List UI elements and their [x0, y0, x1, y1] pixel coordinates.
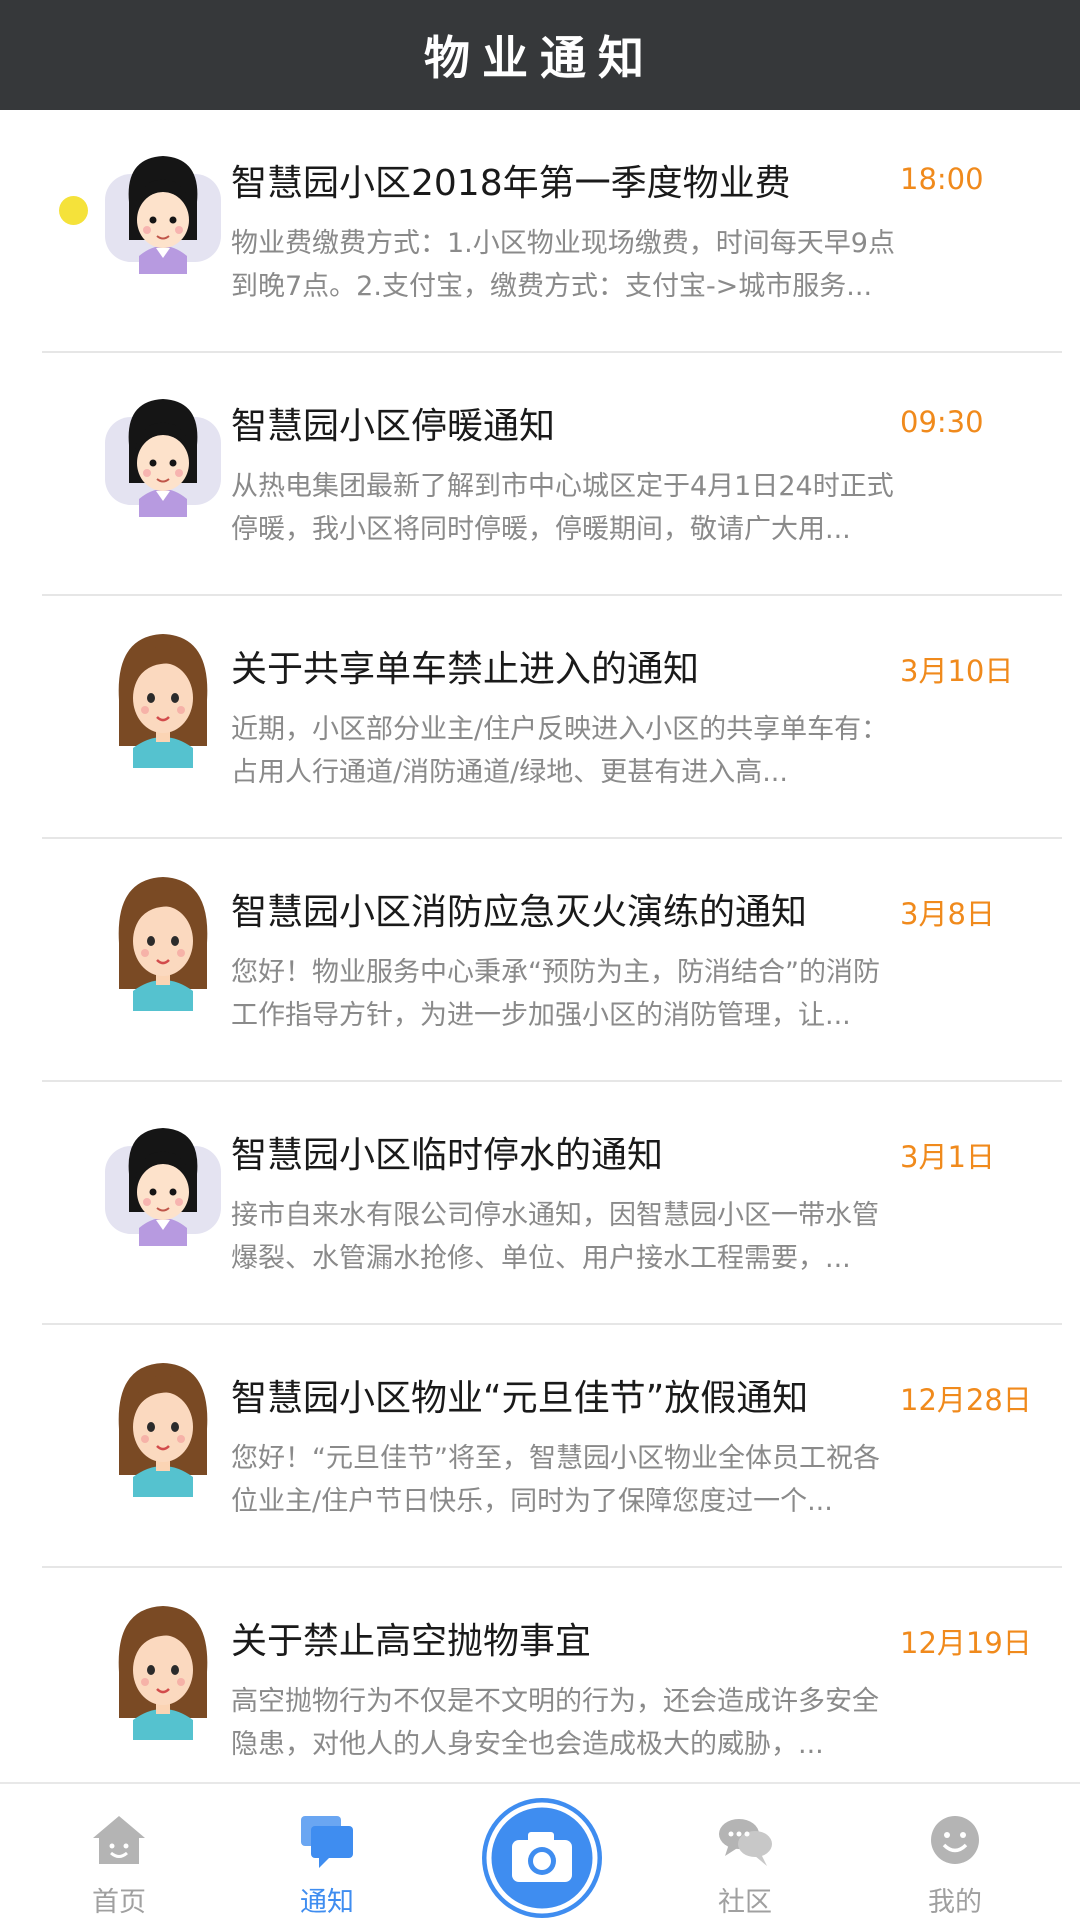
notice-time: 18:00 [900, 162, 984, 196]
notice-item[interactable]: 智慧园小区临时停水的通知 3月1日 接市自来水有限公司停水通知，因智慧园小区一带… [0, 1082, 1080, 1325]
notice-title: 智慧园小区停暖通知 [231, 406, 556, 447]
tab-community[interactable]: 社区 [670, 1784, 820, 1926]
notice-summary: 物业费缴费方式：1.小区物业现场缴费，时间每天早9点到晚7点。2.支付宝，缴费方… [231, 228, 895, 302]
notice-title: 关于共享单车禁止进入的通知 [231, 649, 700, 690]
notice-time: 3月8日 [900, 897, 995, 931]
notice-time: 09:30 [900, 405, 984, 439]
notice-item[interactable]: 关于共享单车禁止进入的通知 3月10日 近期，小区部分业主/住户反映进入小区的共… [0, 596, 1080, 839]
unread-dot [59, 196, 88, 225]
tab-home[interactable]: 首页 [44, 1784, 194, 1926]
community-chat-icon [719, 1819, 772, 1866]
long-hair-girl-avatar [103, 630, 223, 770]
notice-summary: 接市自来水有限公司停水通知，因智慧园小区一带水管爆裂、水管漏水抢修、单位、用户接… [231, 1200, 879, 1274]
tab-label-mine: 我的 [928, 1887, 982, 1918]
page-title: 物业通知 [424, 31, 656, 85]
short-hair-girl-avatar [103, 1116, 223, 1256]
camera-icon[interactable] [480, 1796, 604, 1920]
long-hair-girl-avatar [103, 873, 223, 1013]
notice-summary: 从热电集团最新了解到市中心城区定于4月1日24时正式停暖，我小区将同时停暖，停暖… [231, 471, 894, 545]
notice-title: 关于禁止高空抛物事宜 [231, 1621, 592, 1662]
notice-item[interactable]: 智慧园小区2018年第一季度物业费 18:00 物业费缴费方式：1.小区物业现场… [0, 110, 1080, 353]
notice-time: 3月1日 [900, 1140, 995, 1174]
short-hair-girl-avatar [103, 387, 223, 527]
notice-item[interactable]: 关于禁止高空抛物事宜 12月19日 高空抛物行为不仅是不文明的行为，还会造成许多… [0, 1568, 1080, 1782]
chat-bubbles-icon [301, 1816, 353, 1868]
tab-mine[interactable]: 我的 [880, 1784, 1030, 1926]
notice-time: 3月10日 [900, 654, 1014, 688]
notice-item[interactable]: 智慧园小区物业“元旦佳节”放假通知 12月28日 您好！“元旦佳节”将至，智慧园… [0, 1325, 1080, 1568]
app-header: 物业通知 [0, 0, 1080, 110]
short-hair-girl-avatar [103, 144, 223, 284]
notice-summary: 您好！物业服务中心秉承“预防为主，防消结合”的消防工作指导方针，为进一步加强小区… [231, 957, 880, 1031]
notice-summary: 高空抛物行为不仅是不文明的行为，还会造成许多安全隐患，对他人的人身安全也会造成极… [231, 1686, 879, 1760]
notice-time: 12月28日 [900, 1383, 1032, 1417]
smiley-face-icon [931, 1816, 979, 1864]
tab-notice[interactable]: 通知 [252, 1784, 402, 1926]
long-hair-girl-avatar [103, 1602, 223, 1742]
notice-time: 12月19日 [900, 1626, 1032, 1660]
notice-summary: 近期，小区部分业主/住户反映进入小区的共享单车有：占用人行通道/消防通道/绿地、… [231, 714, 889, 788]
notice-title: 智慧园小区物业“元旦佳节”放假通知 [231, 1378, 809, 1419]
home-icon [93, 1816, 145, 1864]
notice-item[interactable]: 智慧园小区停暖通知 09:30 从热电集团最新了解到市中心城区定于4月1日24时… [0, 353, 1080, 596]
tab-label-home: 首页 [92, 1887, 146, 1918]
notice-title: 智慧园小区消防应急灭火演练的通知 [231, 892, 808, 933]
notice-item[interactable]: 智慧园小区消防应急灭火演练的通知 3月8日 您好！物业服务中心秉承“预防为主，防… [0, 839, 1080, 1082]
long-hair-girl-avatar [103, 1359, 223, 1499]
notice-title: 智慧园小区临时停水的通知 [231, 1135, 664, 1176]
notice-summary: 您好！“元旦佳节”将至，智慧园小区物业全体员工祝各位业主/住户节日快乐，同时为了… [231, 1443, 880, 1517]
tab-label-community: 社区 [718, 1887, 772, 1918]
notice-title: 智慧园小区2018年第一季度物业费 [231, 163, 791, 204]
tab-label-notice: 通知 [300, 1887, 354, 1918]
notice-list[interactable]: 智慧园小区2018年第一季度物业费 18:00 物业费缴费方式：1.小区物业现场… [0, 110, 1080, 1782]
